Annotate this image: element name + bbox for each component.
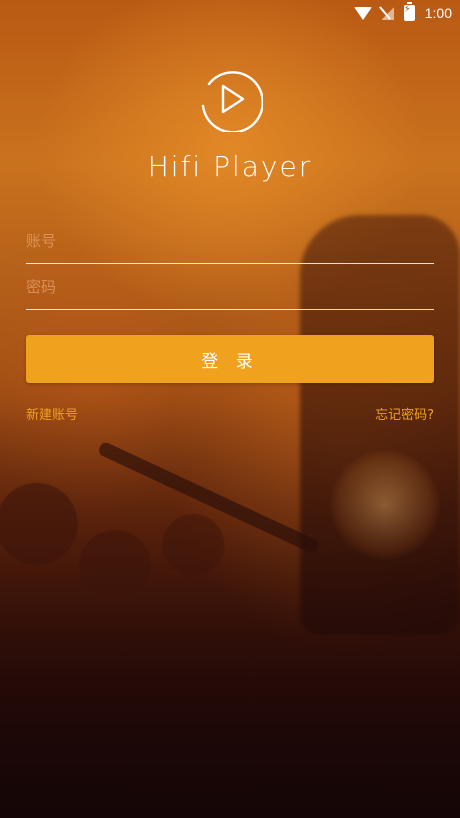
signal-icon [381,6,394,20]
login-button[interactable]: 登 录 [26,335,434,383]
forgot-password-link[interactable]: 忘记密码? [375,404,434,423]
status-bar: 1:00 [0,0,460,26]
password-input[interactable] [26,265,434,309]
account-input[interactable] [26,219,434,263]
register-link[interactable]: 新建账号 [26,404,78,423]
play-circle-icon [201,71,263,132]
crowd-silhouette [0,398,460,818]
app-title: Hifi Player [147,150,313,183]
wifi-icon [353,6,372,20]
status-time: 1:00 [424,5,452,21]
password-field[interactable] [26,265,434,310]
battery-icon [403,2,415,21]
account-field[interactable] [26,219,434,264]
